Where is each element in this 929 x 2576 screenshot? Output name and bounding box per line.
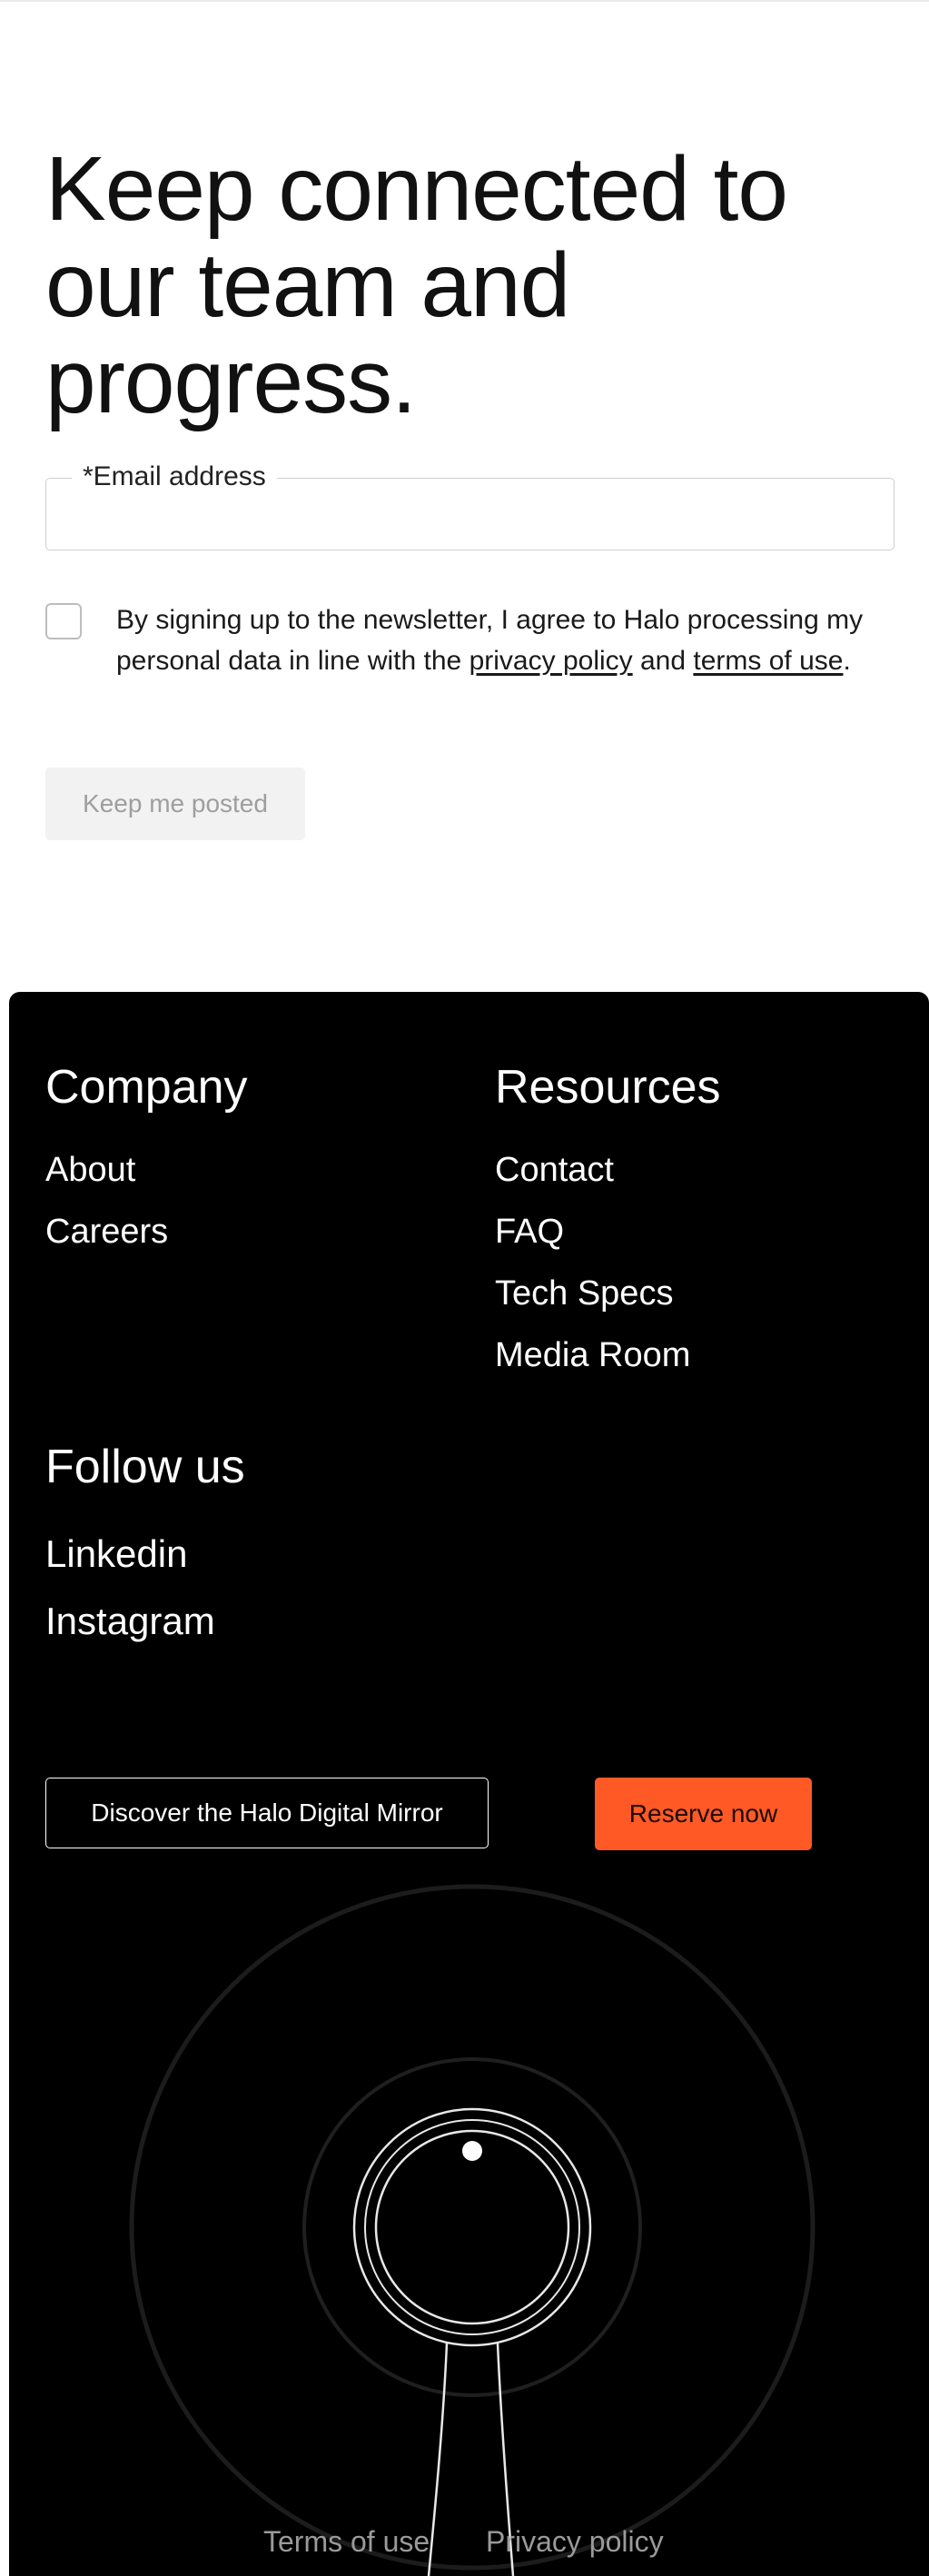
terms-of-use-link[interactable]: terms of use (693, 646, 843, 676)
privacy-policy-footer-link[interactable]: Privacy policy (486, 2523, 664, 2560)
consent-text: By signing up to the newsletter, I agree… (116, 599, 879, 681)
page: Keep connected to our team and progress.… (0, 0, 929, 2576)
halo-mirror-illustration (129, 1884, 815, 2576)
headline-line-1: Keep connected to (45, 138, 788, 240)
company-heading: Company (45, 1061, 248, 1114)
privacy-policy-link[interactable]: privacy policy (469, 646, 633, 676)
keep-me-posted-button[interactable]: Keep me posted (45, 768, 305, 840)
consent-suffix: . (843, 646, 851, 676)
email-label: *Email address (72, 459, 277, 495)
footer-link-contact[interactable]: Contact (495, 1149, 614, 1191)
consent-row: By signing up to the newsletter, I agree… (45, 599, 908, 727)
consent-checkbox[interactable] (45, 603, 82, 639)
footer-link-media-room[interactable]: Media Room (495, 1334, 690, 1376)
top-divider (0, 0, 929, 2)
consent-middle: and (632, 646, 694, 676)
resources-heading: Resources (495, 1061, 721, 1114)
terms-of-use-footer-link[interactable]: Terms of use (263, 2523, 430, 2560)
reserve-now-button[interactable]: Reserve now (595, 1778, 812, 1850)
footer-link-tech-specs[interactable]: Tech Specs (495, 1273, 673, 1314)
follow-us-heading: Follow us (45, 1441, 245, 1493)
newsletter-headline: Keep connected to our team and progress. (45, 141, 908, 430)
footer-link-about[interactable]: About (45, 1149, 135, 1191)
footer-link-faq[interactable]: FAQ (495, 1211, 564, 1253)
footer-link-linkedin[interactable]: Linkedin (45, 1531, 187, 1577)
headline-line-2: our team and (45, 234, 570, 336)
email-field[interactable]: *Email address (45, 459, 894, 550)
discover-mirror-button[interactable]: Discover the Halo Digital Mirror (45, 1778, 489, 1848)
footer-link-careers[interactable]: Careers (45, 1211, 168, 1253)
headline-line-3: progress. (45, 331, 417, 432)
footer-link-instagram[interactable]: Instagram (45, 1599, 215, 1644)
site-footer: Company About Careers Resources Contact … (9, 992, 929, 2576)
